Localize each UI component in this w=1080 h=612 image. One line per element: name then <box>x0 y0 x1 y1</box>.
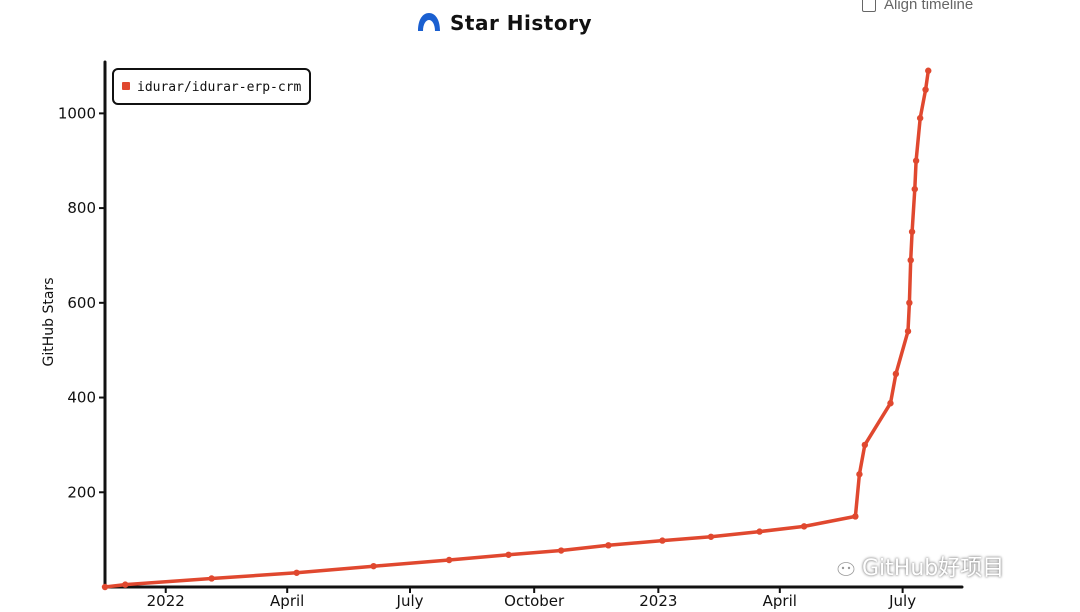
y-tick-label: 800 <box>67 199 96 217</box>
data-point <box>208 575 215 582</box>
data-point <box>925 67 932 74</box>
data-point <box>908 228 916 235</box>
watermark-text: GitHub好项目 <box>862 556 1005 581</box>
data-point <box>557 547 565 554</box>
y-tick-label: 200 <box>67 483 96 501</box>
data-point <box>756 528 763 535</box>
x-tick-label: 2022 <box>147 592 185 610</box>
x-tick-label: April <box>763 592 797 610</box>
data-point <box>605 542 612 549</box>
data-point <box>800 523 808 530</box>
axes <box>103 60 964 589</box>
data-point <box>445 556 453 564</box>
y-tick-label: 600 <box>67 294 96 312</box>
tick-labels: 200 400 600 800 1000 2022 April July October 2023… <box>58 104 916 610</box>
data-point <box>904 328 912 335</box>
data-point <box>122 581 129 588</box>
legend-series-label: idurar/idurar-erp-crm <box>137 80 302 95</box>
data-point <box>659 537 666 544</box>
data-point <box>887 400 894 407</box>
x-tick-label: October <box>504 592 565 610</box>
data-point <box>892 370 900 378</box>
data-point <box>852 513 859 520</box>
watermark: GitHub好项目 <box>826 550 1004 582</box>
data-point <box>911 185 918 193</box>
star-history-chart: 200 400 600 800 1000 2022 April July October 2023… <box>41 60 964 610</box>
series-layer <box>101 67 932 591</box>
data-point <box>505 551 512 558</box>
data-point <box>916 114 924 122</box>
data-point <box>906 299 913 307</box>
x-tick-label: 2023 <box>639 592 677 610</box>
y-tick-label: 400 <box>67 389 96 407</box>
wechat-icon <box>826 555 855 576</box>
data-point <box>861 441 869 449</box>
data-point <box>370 562 377 570</box>
data-point <box>101 583 109 591</box>
x-tick-label: April <box>270 592 304 610</box>
data-point <box>707 533 715 540</box>
data-point <box>907 256 914 264</box>
x-tick-label: July <box>396 592 424 610</box>
data-point <box>922 86 929 93</box>
x-tick-label: July <box>888 592 916 610</box>
data-point <box>856 471 863 478</box>
y-tick-label: 1000 <box>58 104 96 122</box>
data-point <box>293 569 300 576</box>
y-axis-label: GitHub Stars <box>41 278 57 367</box>
data-point <box>912 157 920 164</box>
series-line <box>103 68 931 589</box>
legend-swatch <box>122 82 130 90</box>
legend: idurar/idurar-erp-crm <box>112 68 311 105</box>
